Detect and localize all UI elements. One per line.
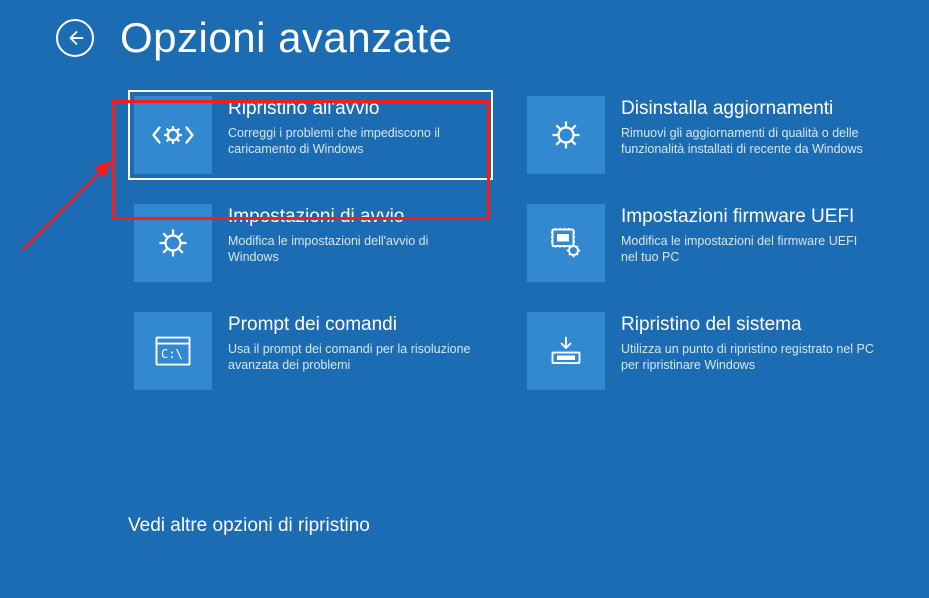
svg-text:C:\: C:\ <box>161 347 183 361</box>
tile-title: Disinstalla aggiornamenti <box>621 98 874 120</box>
tile-text: Impostazioni firmware UEFI Modifica le i… <box>621 204 880 282</box>
tile-desc: Rimuovi gli aggiornamenti di qualità o d… <box>621 125 874 158</box>
tile-text: Disinstalla aggiornamenti Rimuovi gli ag… <box>621 96 880 174</box>
header: Opzioni avanzate <box>0 0 929 62</box>
tile-text: Impostazioni di avvio Modifica le impost… <box>228 204 487 282</box>
uninstall-updates-icon <box>527 96 605 174</box>
tile-command-prompt[interactable]: C:\ Prompt dei comandi Usa il prompt dei… <box>128 306 493 396</box>
tile-text: Ripristino all'avvio Correggi i problemi… <box>228 96 487 174</box>
tile-uefi-firmware[interactable]: Impostazioni firmware UEFI Modifica le i… <box>521 198 886 288</box>
see-more-options-link[interactable]: Vedi altre opzioni di ripristino <box>128 515 370 537</box>
tile-text: Ripristino del sistema Utilizza un punto… <box>621 312 880 390</box>
page-title: Opzioni avanzate <box>120 14 453 62</box>
system-restore-icon <box>527 312 605 390</box>
tile-desc: Modifica le impostazioni dell'avvio di W… <box>228 233 481 266</box>
tile-title: Impostazioni di avvio <box>228 206 481 228</box>
options-grid: Ripristino all'avvio Correggi i problemi… <box>0 62 929 396</box>
tile-desc: Correggi i problemi che impediscono il c… <box>228 125 481 158</box>
tile-text: Prompt dei comandi Usa il prompt dei com… <box>228 312 487 390</box>
tile-desc: Modifica le impostazioni del firmware UE… <box>621 233 874 266</box>
uefi-icon <box>527 204 605 282</box>
tile-title: Impostazioni firmware UEFI <box>621 206 874 228</box>
tile-title: Prompt dei comandi <box>228 314 481 336</box>
tile-desc: Utilizza un punto di ripristino registra… <box>621 341 874 374</box>
tile-startup-settings[interactable]: Impostazioni di avvio Modifica le impost… <box>128 198 493 288</box>
tile-title: Ripristino all'avvio <box>228 98 481 120</box>
arrow-left-icon <box>66 29 84 47</box>
tile-startup-repair[interactable]: Ripristino all'avvio Correggi i problemi… <box>128 90 493 180</box>
command-prompt-icon: C:\ <box>134 312 212 390</box>
tile-system-restore[interactable]: Ripristino del sistema Utilizza un punto… <box>521 306 886 396</box>
startup-repair-icon <box>134 96 212 174</box>
tile-desc: Usa il prompt dei comandi per la risoluz… <box>228 341 481 374</box>
startup-settings-icon <box>134 204 212 282</box>
back-button[interactable] <box>56 19 94 57</box>
tile-uninstall-updates[interactable]: Disinstalla aggiornamenti Rimuovi gli ag… <box>521 90 886 180</box>
tile-title: Ripristino del sistema <box>621 314 874 336</box>
